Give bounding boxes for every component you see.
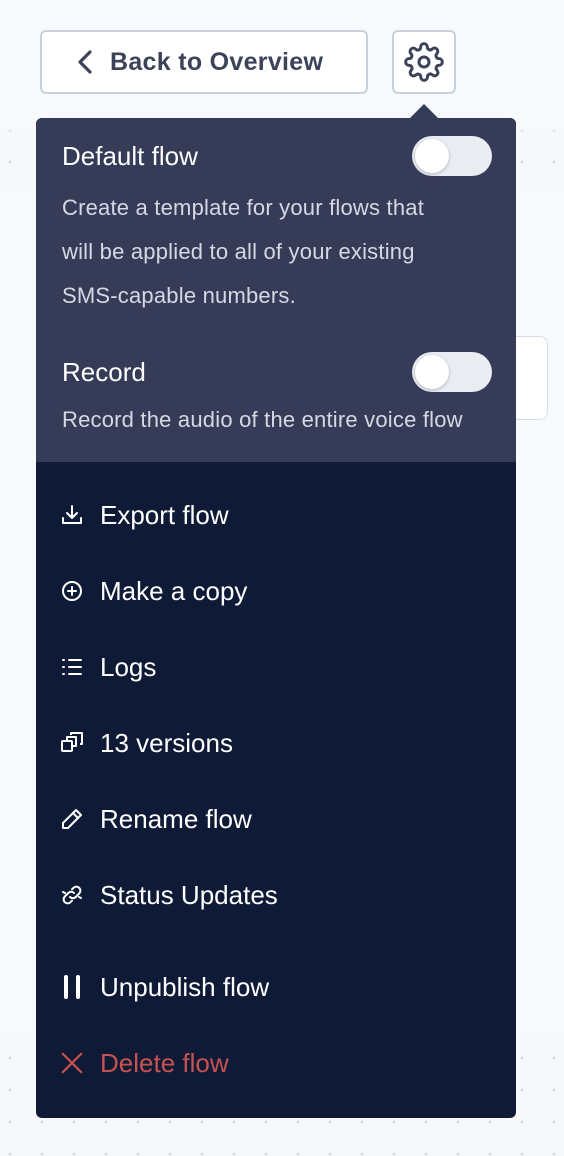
chevron-left-icon: [76, 49, 94, 75]
link-icon: [60, 883, 84, 907]
default-flow-description-line: will be applied to all of your existing: [62, 239, 415, 264]
rename-flow-item[interactable]: Rename flow: [36, 791, 516, 847]
back-to-overview-label: Back to Overview: [110, 47, 324, 76]
toggle-knob: [415, 139, 449, 173]
menu-caret: [409, 104, 439, 119]
record-title: Record: [62, 356, 146, 387]
status-updates-label: Status Updates: [100, 879, 278, 910]
unpublish-flow-item[interactable]: Unpublish flow: [36, 959, 516, 1015]
delete-flow-item[interactable]: Delete flow: [36, 1035, 516, 1091]
pause-icon: [60, 975, 84, 999]
rename-flow-label: Rename flow: [100, 803, 252, 834]
record-toggle[interactable]: [412, 352, 492, 392]
logs-label: Logs: [100, 651, 157, 682]
default-flow-title: Default flow: [62, 140, 198, 171]
status-updates-item[interactable]: Status Updates: [36, 867, 516, 923]
export-flow-label: Export flow: [100, 499, 229, 530]
delete-flow-label: Delete flow: [100, 1047, 229, 1078]
make-copy-item[interactable]: Make a copy: [36, 563, 516, 619]
download-icon: [60, 503, 84, 527]
versions-icon: [60, 731, 84, 755]
export-flow-item[interactable]: Export flow: [36, 487, 516, 543]
make-copy-label: Make a copy: [100, 575, 248, 606]
flow-settings-section: Default flow Create a template for your …: [36, 118, 516, 462]
pencil-icon: [60, 807, 84, 831]
settings-dropdown-menu: Default flow Create a template for your …: [36, 118, 516, 1118]
list-icon: [60, 655, 84, 679]
gear-icon: [404, 42, 444, 82]
close-icon: [60, 1051, 84, 1075]
versions-item[interactable]: 13 versions: [36, 715, 516, 771]
default-flow-description-line: Create a template for your flows that: [62, 195, 425, 220]
plus-circle-icon: [60, 579, 84, 603]
default-flow-description-line: SMS-capable numbers.: [62, 283, 296, 308]
unpublish-flow-label: Unpublish flow: [100, 971, 270, 1002]
logs-item[interactable]: Logs: [36, 639, 516, 695]
versions-label: 13 versions: [100, 727, 233, 758]
record-description: Record the audio of the entire voice flo…: [62, 407, 463, 432]
default-flow-toggle[interactable]: [412, 136, 492, 176]
toggle-knob: [415, 355, 449, 389]
settings-button[interactable]: [392, 30, 456, 94]
back-to-overview-button[interactable]: Back to Overview: [40, 30, 368, 94]
